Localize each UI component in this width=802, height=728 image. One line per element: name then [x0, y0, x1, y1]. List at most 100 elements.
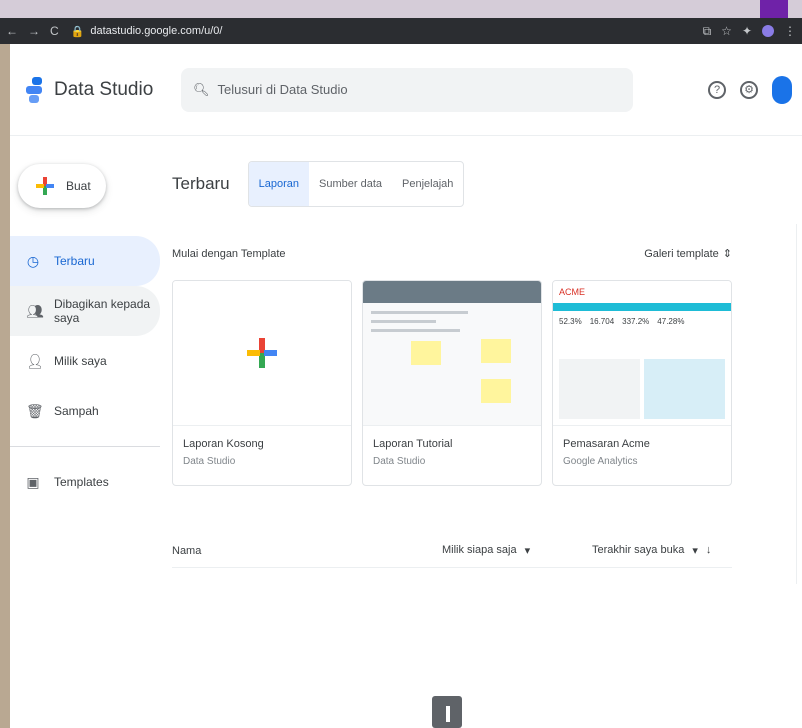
search-icon: 🔍︎ — [193, 81, 210, 97]
template-header: Mulai dengan Template Galeri template ⇕ — [172, 247, 732, 261]
card-info: Laporan Kosong Data Studio — [173, 426, 351, 479]
dropdown-icon: ▾ — [524, 545, 531, 557]
gallery-label: Galeri template — [644, 247, 719, 260]
dropdown-icon: ▾ — [692, 545, 698, 557]
sidebar-item-shared[interactable]: 👥︎ Dibagikan kepada saya — [10, 286, 160, 336]
unfold-icon: ⇕ — [722, 248, 732, 260]
template-icon: ▣ — [26, 473, 40, 490]
plus-icon — [36, 177, 54, 195]
template-card-tutorial[interactable]: Laporan Tutorial Data Studio — [362, 280, 542, 486]
column-name[interactable]: Nama — [172, 545, 442, 557]
template-cards: Laporan Kosong Data Studio Laporan Tutor… — [172, 280, 732, 486]
acme-metrics: 52.3% 16.704 337.2% 47.28% — [553, 311, 731, 332]
tab-penjelajah[interactable]: Penjelajah — [392, 162, 463, 206]
sidebar: Buat ◷ Terbaru 👥︎ Dibagikan kepada saya … — [10, 136, 160, 507]
plus-icon — [247, 338, 277, 368]
forward-icon[interactable]: → — [28, 24, 40, 38]
browser-nav: ← → C — [6, 24, 59, 38]
template-heading: Mulai dengan Template — [172, 247, 286, 260]
help-icon[interactable]: ? — [708, 80, 726, 99]
template-gallery-button[interactable]: Galeri template ⇕ — [644, 247, 732, 261]
card-thumbnail — [363, 281, 541, 426]
template-card-acme[interactable]: ACME 52.3% 16.704 337.2% 47.28% Pemasara… — [552, 280, 732, 486]
opened-sort-label: Terakhir saya buka — [592, 544, 685, 556]
acme-bar — [553, 303, 731, 311]
sidebar-divider — [10, 446, 160, 447]
acme-metric: 16.704 — [589, 317, 615, 326]
reload-icon[interactable]: C — [50, 24, 59, 38]
app-header: Data Studio 🔍︎ Telusuri di Data Studio ?… — [10, 44, 802, 136]
url-text: datastudio.google.com/u/0/ — [90, 25, 223, 37]
people-icon: 👥︎ — [26, 302, 44, 319]
sidebar-item-owned[interactable]: 👤︎ Milik saya — [10, 336, 160, 386]
opened-sort[interactable]: Terakhir saya buka ▾ ↓ — [592, 544, 732, 557]
document-icon — [432, 696, 462, 728]
card-title: Laporan Kosong — [183, 438, 264, 450]
address-bar[interactable]: 🔒 datastudio.google.com/u/0/ — [71, 25, 223, 38]
card-subtitle: Data Studio — [183, 456, 236, 467]
card-thumbnail: ACME 52.3% 16.704 337.2% 47.28% — [553, 281, 731, 426]
card-subtitle: Data Studio — [373, 456, 426, 467]
card-subtitle: Google Analytics — [563, 456, 638, 467]
acme-map-panel — [644, 359, 725, 419]
sidebar-nav: ◷ Terbaru 👥︎ Dibagikan kepada saya 👤︎ Mi… — [10, 236, 160, 507]
card-title: Pemasaran Acme — [563, 438, 650, 450]
account-avatar[interactable] — [772, 75, 792, 104]
tab-laporan[interactable]: Laporan — [248, 162, 310, 206]
acme-metric: 47.28% — [657, 317, 685, 326]
sidebar-item-label: Dibagikan kepada saya — [54, 297, 151, 325]
acme-metric: 337.2% — [622, 317, 650, 326]
sidebar-item-label: Milik saya — [54, 354, 107, 368]
section-title: Terbaru — [172, 174, 230, 193]
thumbnail-header — [363, 281, 541, 303]
search-input[interactable]: 🔍︎ Telusuri di Data Studio — [181, 67, 633, 112]
owner-filter[interactable]: Milik siapa saja ▾ — [442, 544, 592, 557]
menu-icon[interactable]: ⋮ — [784, 24, 796, 38]
trash-icon: 🗑︎ — [26, 402, 44, 419]
sidebar-item-trash[interactable]: 🗑︎ Sampah — [10, 386, 160, 436]
settings-icon[interactable]: ⚙ — [740, 80, 758, 99]
thumbnail-body — [371, 311, 533, 419]
acme-metric: 52.3% — [559, 317, 582, 326]
sidebar-item-templates[interactable]: ▣ Templates — [10, 457, 160, 507]
search-placeholder: Telusuri di Data Studio — [217, 82, 348, 97]
create-button[interactable]: Buat — [18, 164, 106, 208]
data-studio-logo-icon — [26, 76, 42, 103]
acme-logo: ACME — [559, 287, 586, 297]
top-strip — [0, 0, 802, 18]
card-info: Pemasaran Acme Google Analytics — [553, 426, 731, 479]
sidebar-item-terbaru[interactable]: ◷ Terbaru — [10, 236, 160, 286]
sidebar-item-label: Sampah — [54, 404, 99, 418]
star-icon[interactable]: ☆ — [721, 24, 732, 38]
sidebar-item-label: Terbaru — [54, 254, 95, 268]
card-info: Laporan Tutorial Data Studio — [363, 426, 541, 479]
app-logo[interactable]: Data Studio — [26, 76, 171, 103]
tab-group: Laporan Sumber data Penjelajah — [247, 161, 465, 207]
sort-arrow-icon[interactable]: ↓ — [706, 544, 712, 557]
back-icon[interactable]: ← — [6, 24, 18, 38]
acme-line-panel — [559, 359, 640, 419]
card-thumbnail — [173, 281, 351, 426]
template-card-blank[interactable]: Laporan Kosong Data Studio — [172, 280, 352, 486]
purple-mark — [760, 0, 788, 18]
screenshot-frame: ← → C 🔒 datastudio.google.com/u/0/ ⧉ ☆ ✦… — [0, 0, 802, 728]
lock-icon: 🔒 — [70, 25, 85, 38]
profile-icon[interactable] — [762, 25, 774, 37]
extension-icon[interactable]: ✦ — [742, 24, 752, 38]
tab-sumber-data[interactable]: Sumber data — [309, 162, 392, 206]
desktop-edge — [0, 44, 10, 728]
main-content: Terbaru Laporan Sumber data Penjelajah M… — [172, 136, 732, 568]
file-list-header: Nama Milik siapa saja ▾ Terakhir saya bu… — [172, 534, 732, 568]
sidebar-item-label: Templates — [54, 475, 109, 489]
acme-panels — [559, 359, 725, 419]
right-panel-edge — [796, 224, 802, 584]
owner-filter-label: Milik siapa saja — [442, 544, 517, 556]
share-icon[interactable]: ⧉ — [703, 24, 712, 39]
app-name: Data Studio — [54, 78, 154, 100]
tabs-row: Terbaru Laporan Sumber data Penjelajah — [172, 161, 732, 207]
browser-actions: ⧉ ☆ ✦ ⋮ — [703, 24, 796, 39]
clock-icon: ◷ — [26, 252, 40, 269]
card-title: Laporan Tutorial — [373, 438, 453, 450]
header-actions: ? ⚙ — [708, 75, 792, 104]
create-label: Buat — [66, 179, 91, 193]
